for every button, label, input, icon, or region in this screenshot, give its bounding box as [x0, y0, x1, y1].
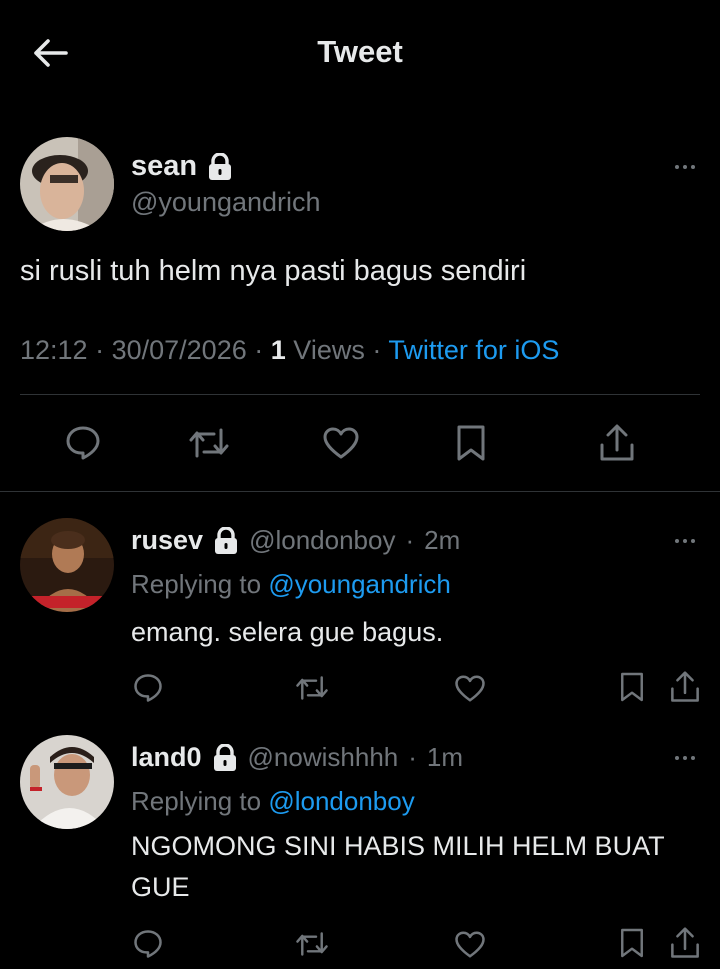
reply-button[interactable] [128, 926, 168, 962]
share-icon [671, 927, 699, 958]
retweet-icon [296, 676, 328, 700]
reply-time: 2m [424, 525, 461, 555]
dot-icon [691, 165, 695, 169]
dot-icon [683, 165, 687, 169]
author-name[interactable]: sean [131, 150, 233, 183]
heart-icon [455, 674, 485, 702]
lock-icon [213, 743, 236, 771]
like-button[interactable] [450, 926, 490, 962]
reply-icon [66, 426, 100, 460]
views-count: 1 [270, 335, 286, 365]
dot-icon [683, 756, 687, 760]
author-display-name: rusev [131, 525, 204, 555]
more-options-button[interactable] [675, 539, 695, 543]
replying-to: Replying to @youngandrich [131, 569, 451, 600]
separator: · [372, 335, 389, 365]
dot-icon [675, 539, 679, 543]
retweet-icon [296, 932, 328, 956]
dot-icon [683, 539, 687, 543]
reply-icon [134, 930, 162, 958]
reply-icon [134, 674, 162, 702]
replying-to-link[interactable]: @youngandrich [268, 569, 451, 599]
share-button[interactable] [594, 420, 640, 466]
tweet-source-link[interactable]: Twitter for iOS [388, 335, 559, 365]
more-options-button[interactable] [675, 165, 695, 169]
lock-icon [215, 526, 238, 554]
retweet-icon [189, 428, 229, 458]
bookmark-button[interactable] [614, 924, 650, 962]
reply-author[interactable]: rusev @londonboy · 2m [131, 525, 460, 556]
replying-label: Replying to [131, 569, 262, 599]
dot-icon [691, 539, 695, 543]
tweet-time[interactable]: 12:12 [20, 335, 88, 365]
like-button[interactable] [318, 422, 364, 464]
bookmark-icon [621, 672, 643, 702]
divider [0, 491, 720, 492]
replying-label: Replying to [131, 786, 262, 816]
avatar[interactable] [20, 735, 114, 829]
author-display-name: sean [131, 150, 198, 182]
replying-to: Replying to @londonboy [131, 786, 415, 817]
share-button[interactable] [666, 668, 704, 706]
tweet-meta: 12:12 · 30/07/2026 · 1 Views · Twitter f… [20, 335, 559, 366]
reply-time: 1m [426, 742, 464, 772]
share-icon [671, 671, 699, 702]
retweet-button[interactable] [186, 422, 232, 464]
share-icon [600, 424, 634, 461]
author-display-name: land0 [131, 742, 202, 772]
separator: · [254, 335, 271, 365]
bookmark-icon [621, 928, 643, 958]
avatar[interactable] [20, 518, 114, 612]
dot-icon [675, 756, 679, 760]
more-options-button[interactable] [675, 756, 695, 760]
bookmark-icon [457, 425, 485, 461]
reply-text: NGOMONG SINI HABIS MILIH HELM BUAT GUE [131, 831, 665, 902]
author-handle: @londonboy [249, 525, 396, 555]
tweet-text: si rusli tuh helm nya pasti bagus sendir… [20, 255, 527, 287]
views-label: Views [293, 335, 365, 365]
author-handle[interactable]: @youngandrich [131, 187, 321, 218]
retweet-button[interactable] [292, 670, 332, 706]
author-handle: @nowishhhh [247, 742, 399, 772]
divider [20, 394, 700, 395]
bookmark-button[interactable] [614, 668, 650, 706]
tweet-date[interactable]: 30/07/2026 [112, 335, 247, 365]
heart-icon [455, 930, 485, 958]
reply-button[interactable] [60, 422, 106, 464]
retweet-button[interactable] [292, 926, 332, 962]
separator: · [405, 525, 415, 555]
dot-icon [675, 165, 679, 169]
bookmark-button[interactable] [448, 422, 494, 464]
reply-author[interactable]: land0 @nowishhhh · 1m [131, 742, 463, 773]
reply-button[interactable] [128, 670, 168, 706]
like-button[interactable] [450, 670, 490, 706]
page-title: Tweet [317, 34, 403, 69]
separator: · [408, 742, 417, 772]
avatar[interactable] [20, 137, 114, 231]
heart-icon [323, 427, 359, 459]
separator: · [95, 335, 112, 365]
dot-icon [691, 756, 695, 760]
replying-to-link[interactable]: @londonboy [268, 786, 414, 816]
reply-text: emang. selera gue bagus. [131, 617, 444, 647]
share-button[interactable] [666, 924, 704, 962]
lock-icon [209, 152, 232, 180]
top-bar: Tweet [0, 0, 720, 105]
